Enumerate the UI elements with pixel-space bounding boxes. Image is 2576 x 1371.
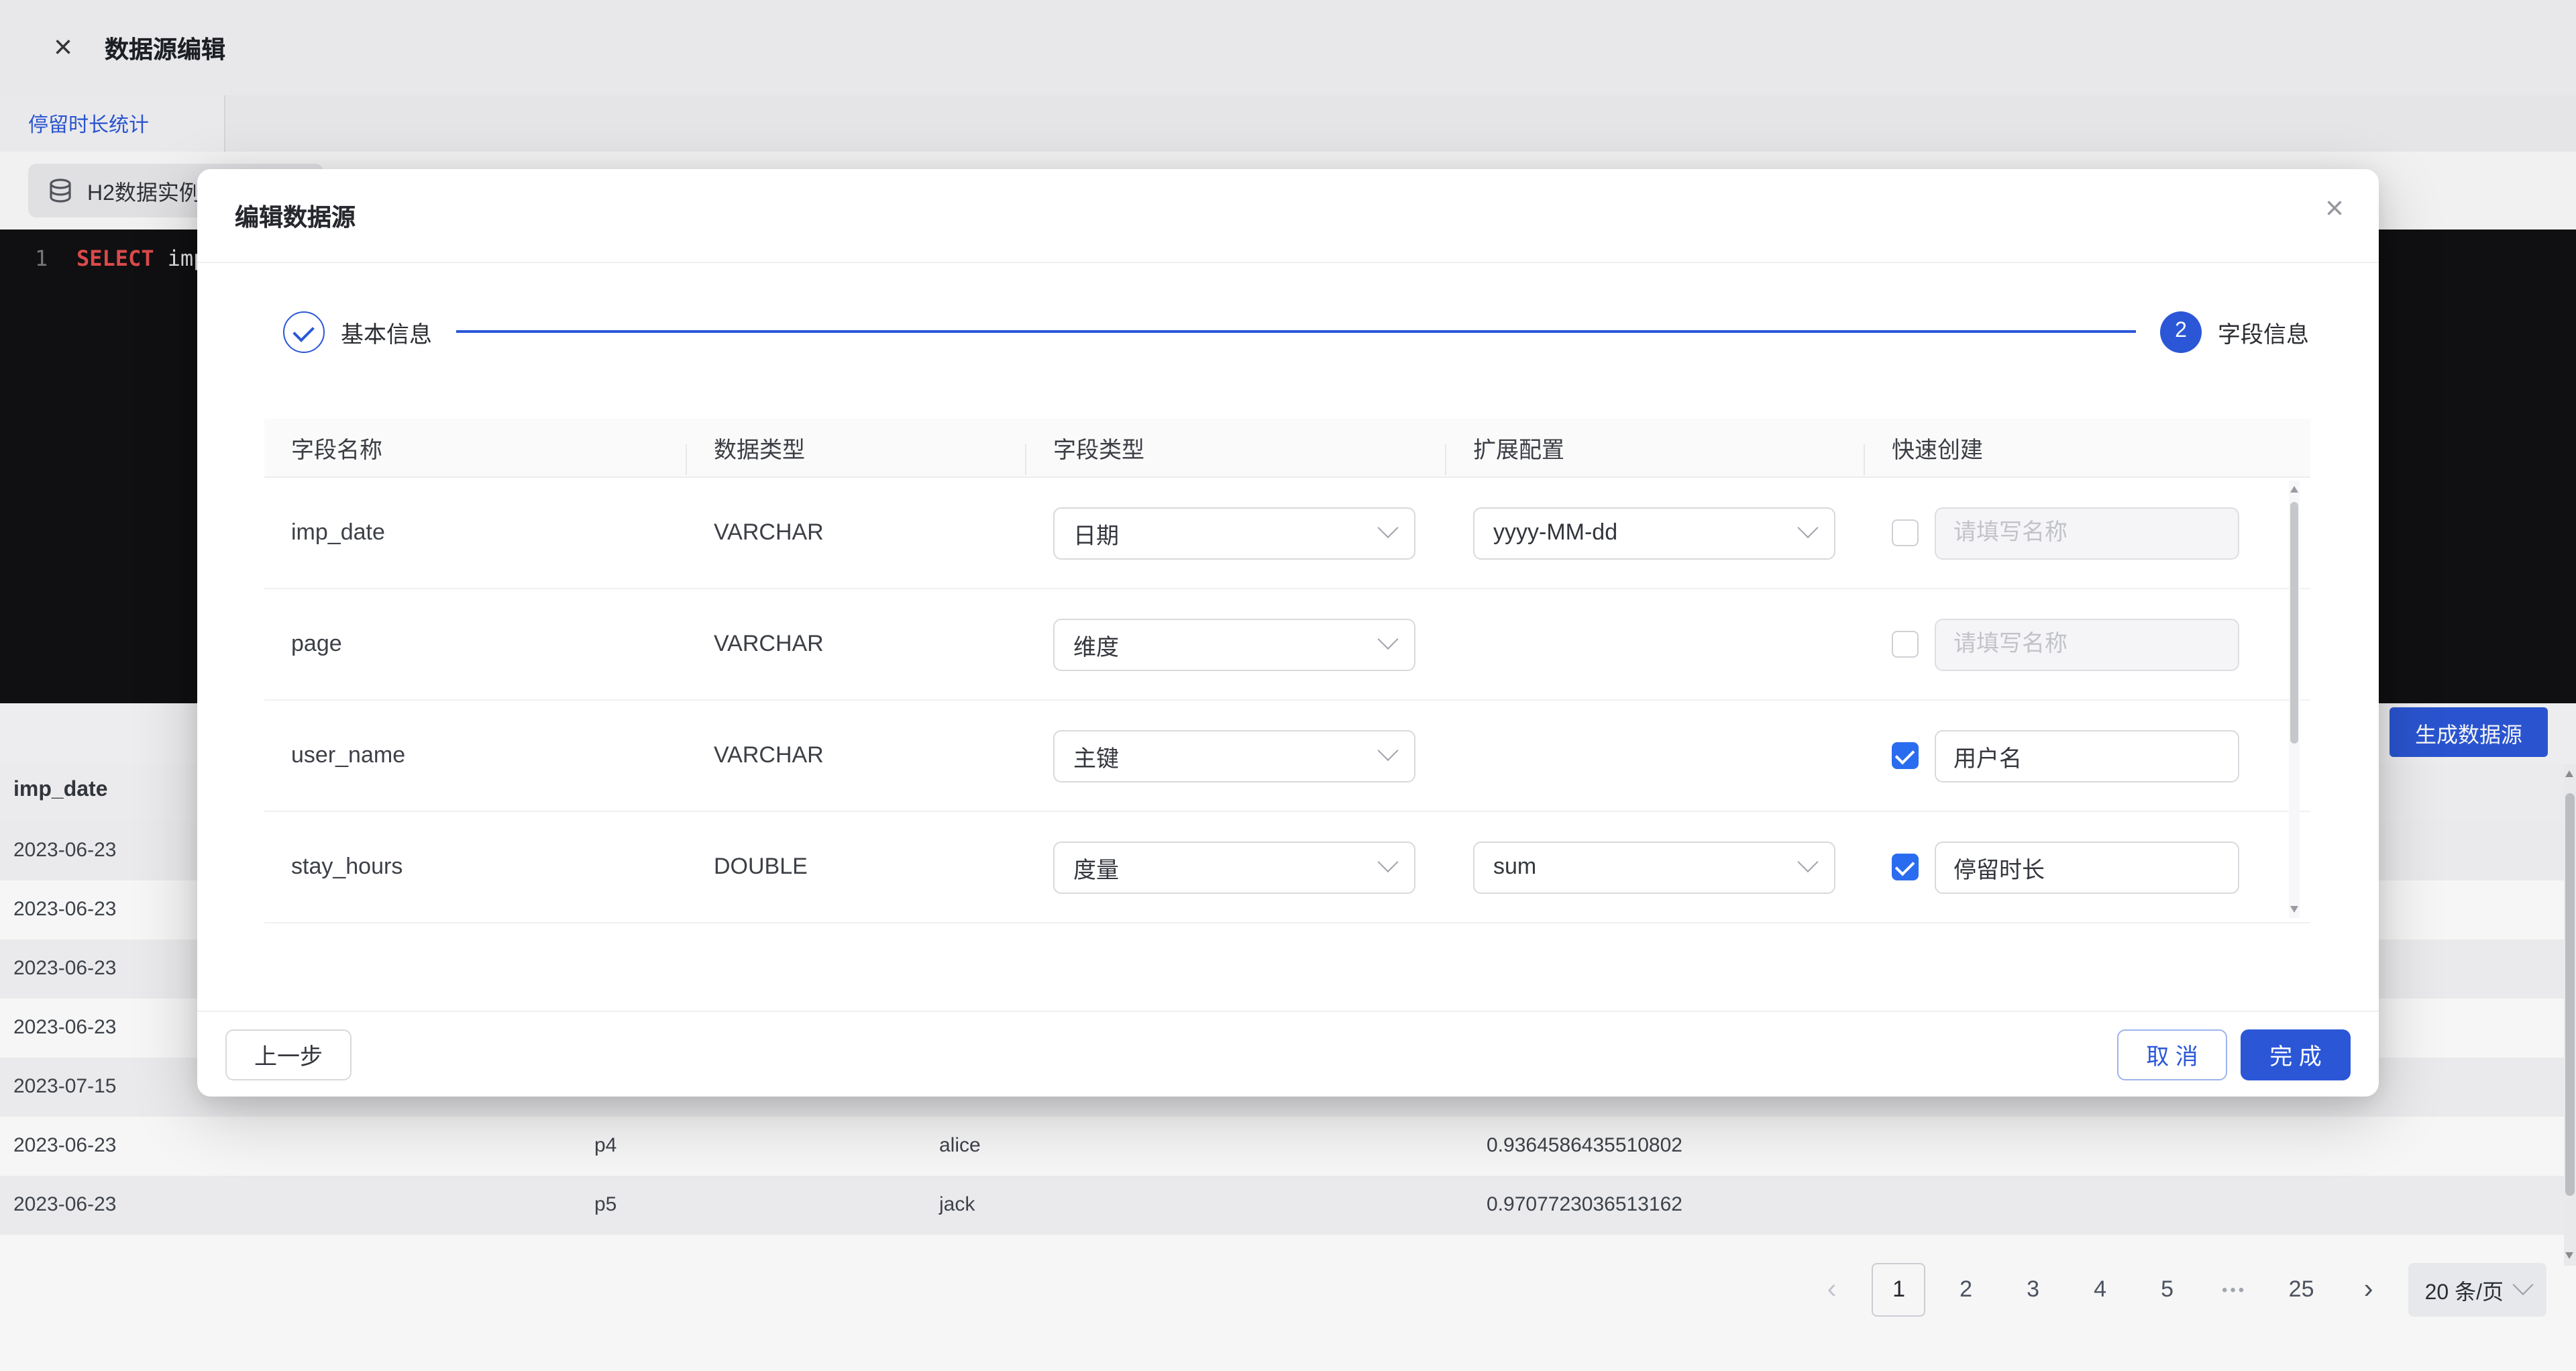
header-data-type: 数据类型 (687, 431, 1026, 464)
quick-create-name-input[interactable] (1935, 618, 2239, 670)
step-1-circle (283, 311, 325, 352)
field-row-stay-hours: stay_hours DOUBLE 度量 sum (264, 812, 2310, 923)
field-data-type: DOUBLE (687, 854, 1026, 880)
field-data-type: VARCHAR (687, 742, 1026, 769)
field-type-value: 维度 (1073, 627, 1119, 661)
chevron-down-icon (1377, 740, 1398, 760)
field-type-select[interactable]: 日期 (1053, 507, 1415, 559)
step-2-number: 2 (2175, 319, 2187, 344)
check-icon (1894, 856, 1915, 876)
quick-create-checkbox[interactable] (1892, 631, 1919, 658)
modal-title: 编辑数据源 (235, 198, 356, 233)
ext-config-select[interactable]: sum (1473, 841, 1835, 893)
ext-config-value: yyyy-MM-dd (1493, 519, 1617, 546)
chevron-down-icon (1377, 851, 1398, 872)
step-2-label: 字段信息 (2218, 315, 2309, 348)
field-name: user_name (264, 742, 687, 769)
modal-close-icon[interactable]: × (2325, 193, 2344, 225)
quick-create-checkbox[interactable] (1892, 519, 1919, 546)
field-type-value: 度量 (1073, 850, 1119, 884)
fields-table-scrollbar[interactable] (2289, 480, 2300, 918)
app-root: × 数据源编辑 停留时长统计 H2数据实例 1 SELECTimp 生成数据源 … (0, 0, 2576, 1371)
step-1-label: 基本信息 (341, 315, 432, 348)
header-field-type: 字段类型 (1026, 431, 1446, 464)
modal-footer: 上一步 取 消 完 成 (197, 1011, 2379, 1097)
header-field-name: 字段名称 (264, 431, 687, 464)
steps-indicator: 基本信息 2 字段信息 (283, 301, 2309, 362)
quick-create-name-input[interactable] (1935, 729, 2239, 782)
quick-create-checkbox[interactable] (1892, 854, 1919, 880)
finish-button[interactable]: 完 成 (2241, 1029, 2351, 1080)
step-2-circle: 2 (2160, 311, 2202, 352)
chevron-down-icon (1797, 851, 1818, 872)
chevron-down-icon (1377, 628, 1398, 649)
step-connector-line (456, 330, 2136, 333)
fields-table-header: 字段名称 数据类型 字段类型 扩展配置 快速创建 (264, 419, 2310, 478)
field-type-value: 日期 (1073, 516, 1119, 550)
ext-config-value: sum (1493, 854, 1536, 880)
previous-step-button[interactable]: 上一步 (225, 1029, 352, 1080)
quick-create-checkbox[interactable] (1892, 742, 1919, 769)
field-data-type: VARCHAR (687, 519, 1026, 546)
field-name: page (264, 631, 687, 658)
check-icon (292, 319, 314, 342)
quick-create-name-input[interactable] (1935, 507, 2239, 559)
field-type-value: 主键 (1073, 739, 1119, 772)
field-type-select[interactable]: 主键 (1053, 729, 1415, 782)
ext-config-select[interactable]: yyyy-MM-dd (1473, 507, 1835, 559)
field-name: imp_date (264, 519, 687, 546)
scrollbar-thumb[interactable] (2290, 502, 2298, 744)
scroll-down-icon[interactable] (2290, 906, 2298, 913)
chevron-down-icon (1377, 517, 1398, 538)
chevron-down-icon (1797, 517, 1818, 538)
field-row-user-name: user_name VARCHAR 主键 (264, 701, 2310, 812)
cancel-button[interactable]: 取 消 (2117, 1029, 2227, 1080)
modal-header: 编辑数据源 (197, 169, 2379, 263)
edit-datasource-modal: 编辑数据源 × 基本信息 2 字段信息 字段名称 数据类型 字段类型 扩展配置 … (197, 169, 2379, 1097)
check-icon (1894, 745, 1915, 765)
header-ext-config: 扩展配置 (1446, 431, 1865, 464)
fields-table: 字段名称 数据类型 字段类型 扩展配置 快速创建 imp_date VARCHA… (264, 419, 2310, 923)
field-row-page: page VARCHAR 维度 (264, 589, 2310, 701)
field-data-type: VARCHAR (687, 631, 1026, 658)
scroll-up-icon[interactable] (2290, 486, 2298, 493)
field-type-select[interactable]: 度量 (1053, 841, 1415, 893)
quick-create-name-input[interactable] (1935, 841, 2239, 893)
field-row-imp-date: imp_date VARCHAR 日期 yyyy-MM-dd (264, 478, 2310, 589)
field-name: stay_hours (264, 854, 687, 880)
field-type-select[interactable]: 维度 (1053, 618, 1415, 670)
header-quick-create: 快速创建 (1865, 431, 2310, 464)
